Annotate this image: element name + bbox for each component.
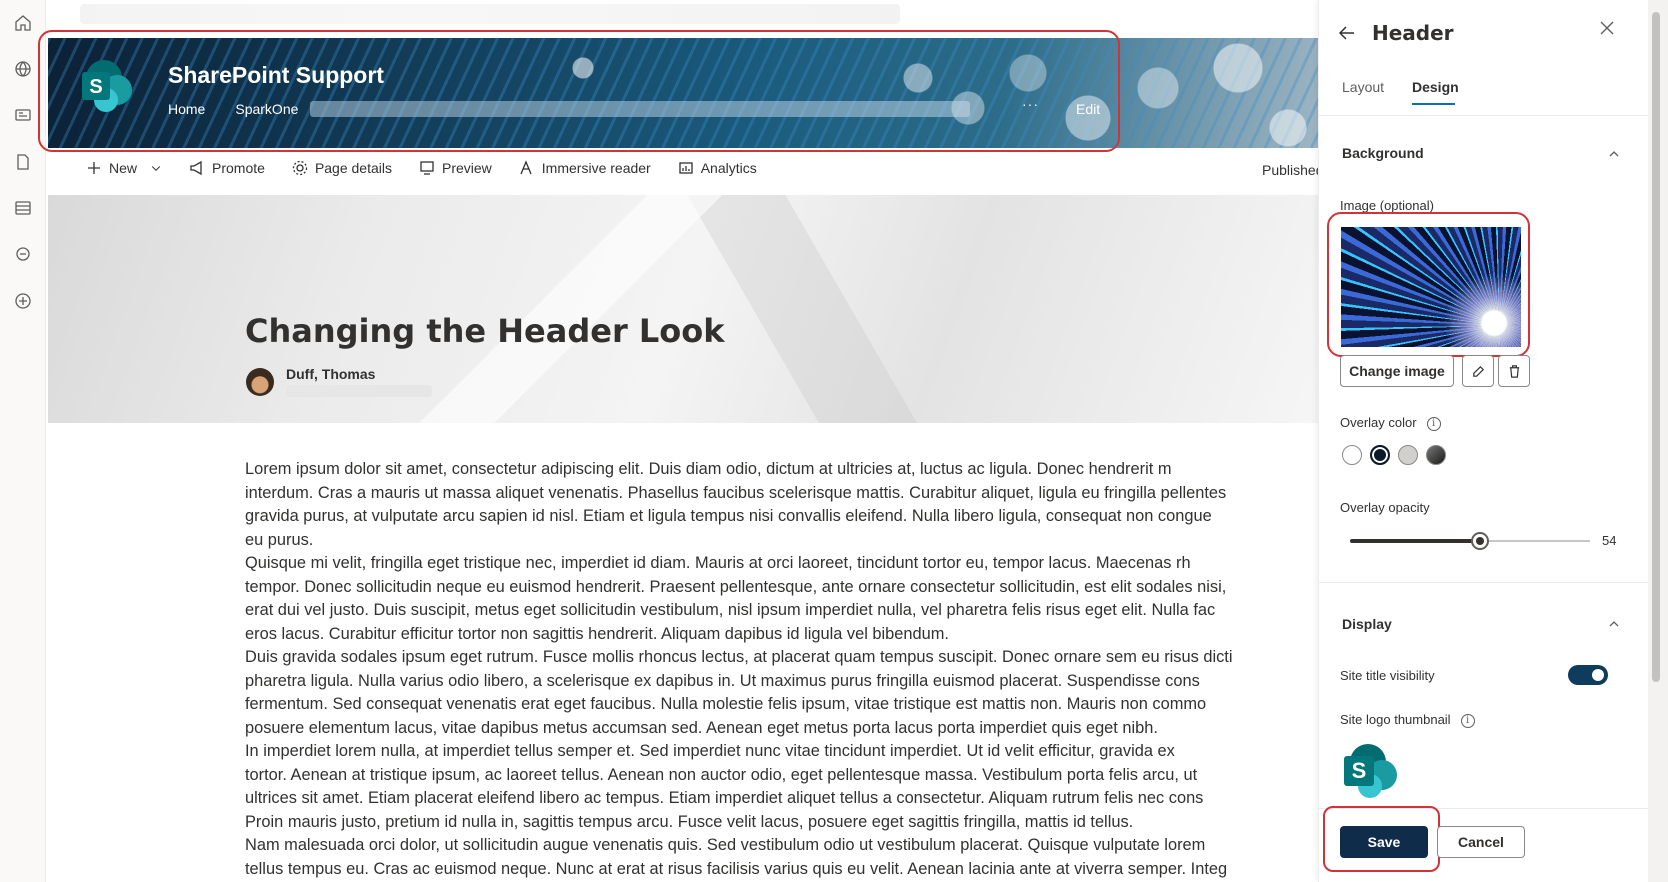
site-logo-thumbnail-label: Site logo thumbnail i: [1340, 712, 1475, 728]
page-details-button[interactable]: Page details: [292, 160, 392, 176]
published-status: Published: [1262, 162, 1324, 178]
sync-icon[interactable]: [12, 243, 34, 265]
author-avatar[interactable]: [246, 368, 274, 396]
body-line: gravida purus, at vulputate arcu sapien …: [245, 507, 1212, 525]
analytics-label: Analytics: [700, 160, 757, 176]
promote-button[interactable]: Promote: [189, 160, 265, 176]
tab-layout[interactable]: Layout: [1342, 79, 1384, 95]
body-line: eros lacus. Curabitur efficitur tortor n…: [245, 624, 949, 643]
add-icon[interactable]: [12, 290, 34, 312]
body-line: eu purus.: [245, 530, 314, 549]
gear-icon: [292, 160, 308, 176]
page-body-text: Lorem ipsum dolor sit amet, consectetur …: [245, 458, 1320, 882]
preview-icon: [420, 161, 434, 175]
tab-design[interactable]: Design: [1412, 79, 1459, 95]
change-image-button[interactable]: Change image: [1340, 355, 1454, 387]
panel-title: Header: [1372, 21, 1454, 45]
immersive-reader-button[interactable]: Immersive reader: [519, 160, 651, 176]
plus-icon: [88, 162, 100, 174]
trash-icon: [1509, 364, 1519, 378]
news-icon[interactable]: [12, 104, 34, 126]
image-label: Image (optional): [1340, 198, 1434, 213]
immersive-reader-label: Immersive reader: [541, 160, 651, 176]
chevron-up-icon[interactable]: [1608, 148, 1620, 160]
body-line: posuere elementum lacus, vitae dapibus m…: [245, 718, 1158, 737]
back-arrow-icon[interactable]: [1336, 22, 1358, 44]
opacity-value: 54: [1602, 533, 1617, 548]
opacity-slider-thumb[interactable]: [1470, 532, 1489, 550]
body-line: Lorem ipsum dolor sit amet, consectetur …: [245, 460, 1172, 478]
overlay-color-label: Overlay color i: [1340, 415, 1441, 431]
analytics-button[interactable]: Analytics: [678, 160, 757, 176]
body-line: fermentum. Sed consequat venenatis erat …: [245, 695, 1207, 713]
overlay-opacity-label: Overlay opacity: [1340, 500, 1430, 515]
display-section-heading[interactable]: Display: [1342, 616, 1392, 632]
analytics-icon: [679, 162, 693, 174]
globe-icon[interactable]: [12, 58, 34, 80]
body-line: Proin mauris justo, pretium id nulla in,…: [245, 812, 1134, 831]
cancel-button[interactable]: Cancel: [1437, 826, 1525, 858]
author-name[interactable]: Duff, Thomas: [286, 366, 375, 382]
title-area-background: [48, 195, 1318, 423]
body-line: In imperdiet lorem nulla, at imperdiet t…: [245, 742, 1175, 760]
home-icon[interactable]: [12, 12, 34, 34]
command-bar: New Promote Page details Preview Immersi…: [86, 160, 784, 176]
page-details-label: Page details: [314, 160, 392, 176]
author-details-redacted: [286, 385, 432, 397]
body-line: Quisque mi velit, fringilla eget tristiq…: [245, 554, 1191, 572]
body-line: ultrices sit amet. Etiam placerat eleife…: [245, 789, 1204, 807]
overlay-color-text: Overlay color: [1340, 415, 1417, 430]
body-line: tortor. Aenean at tristique ipsum, ac la…: [245, 765, 1198, 784]
info-icon[interactable]: i: [1426, 416, 1441, 431]
new-label: New: [109, 160, 138, 176]
breadcrumb-bar: [80, 4, 900, 24]
divider: [1318, 582, 1648, 583]
background-section-heading[interactable]: Background: [1342, 145, 1424, 161]
overlay-swatch-dark[interactable]: [1426, 445, 1446, 465]
megaphone-icon: [190, 160, 202, 176]
close-icon[interactable]: [1598, 19, 1616, 37]
active-tab-indicator: [1412, 103, 1455, 105]
opacity-slider-fill: [1350, 539, 1480, 543]
body-line: pharetra ligula. Nulla varius odio liber…: [245, 671, 1200, 690]
body-line: Duis gravida sodales ipsum eget rutrum. …: [245, 648, 1233, 666]
new-button[interactable]: New: [86, 160, 162, 176]
site-logo-thumbnail-icon[interactable]: S: [1342, 742, 1402, 802]
body-line: erat dui vel justo. Duis suscipit, metus…: [245, 601, 1216, 619]
overlay-swatch-navy-selected[interactable]: [1370, 445, 1390, 465]
header-highlight-outline: [38, 30, 1120, 152]
site-title-visibility-label: Site title visibility: [1340, 668, 1435, 683]
preview-button[interactable]: Preview: [419, 160, 492, 176]
document-icon[interactable]: [12, 151, 34, 173]
chevron-down-icon: [151, 166, 161, 171]
edit-image-button[interactable]: [1462, 355, 1494, 387]
site-logo-thumbnail-text: Site logo thumbnail: [1340, 712, 1451, 727]
chevron-up-icon[interactable]: [1608, 618, 1620, 630]
scrollbar-thumb[interactable]: [1652, 12, 1660, 682]
image-highlight-outline: [1327, 212, 1530, 357]
body-line: tempor. Donec sollicitudin neque eu euis…: [245, 577, 1227, 596]
delete-image-button[interactable]: [1498, 355, 1530, 387]
body-line: Nam malesuada orci dolor, ut sollicitudi…: [245, 836, 1206, 854]
edit-icon: [1472, 365, 1484, 377]
site-title-visibility-toggle[interactable]: [1568, 665, 1608, 685]
save-highlight-outline: [1323, 806, 1440, 872]
overlay-swatch-white[interactable]: [1342, 445, 1362, 465]
svg-text:S: S: [1352, 758, 1367, 783]
info-icon[interactable]: i: [1460, 713, 1475, 728]
immersive-reader-icon: [520, 160, 532, 175]
body-line: interdum. Cras a mauris ut massa aliquet…: [245, 483, 1227, 502]
preview-label: Preview: [442, 160, 492, 176]
page-title[interactable]: Changing the Header Look: [245, 312, 725, 350]
promote-label: Promote: [212, 160, 265, 176]
list-icon[interactable]: [12, 197, 34, 219]
body-line: tellus tempus eu. Cras ac euismod neque.…: [245, 859, 1228, 878]
divider: [1318, 115, 1648, 116]
overlay-swatch-gray[interactable]: [1398, 445, 1418, 465]
